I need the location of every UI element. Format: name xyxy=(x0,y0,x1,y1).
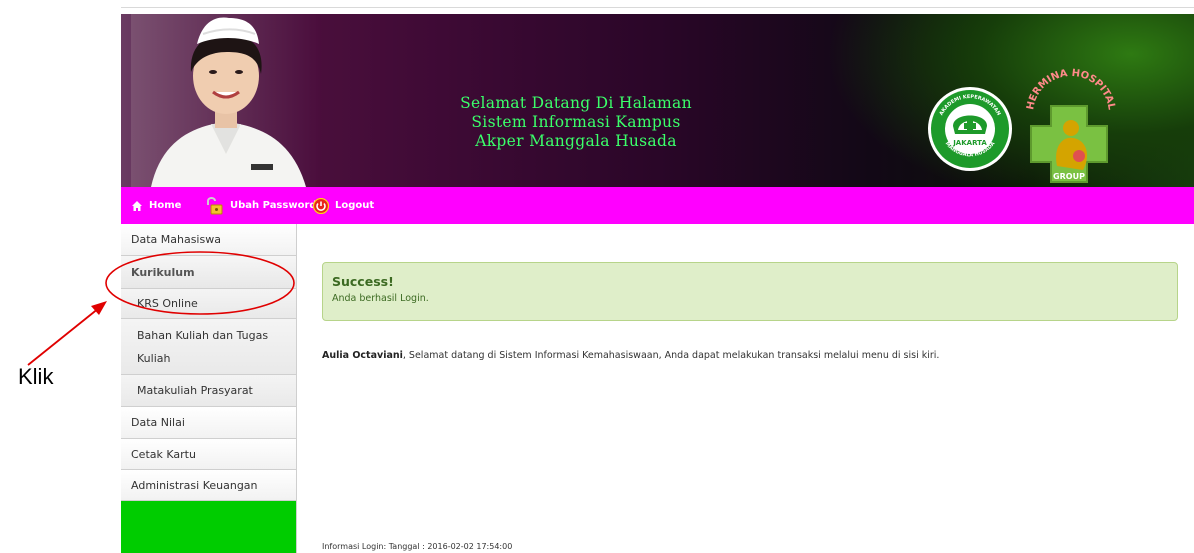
login-info: Informasi Login: Tanggal : 2016-02-02 17… xyxy=(322,542,513,551)
sidebar-item-kurikulum[interactable]: Kurikulum xyxy=(121,256,296,289)
sidebar-item-krs-online[interactable]: KRS Online xyxy=(121,289,296,319)
padlock-icon xyxy=(207,196,223,214)
banner-title-line-1: Selamat Datang Di Halaman xyxy=(460,94,692,112)
banner-title-line-3: Akper Manggala Husada xyxy=(475,132,677,150)
power-icon xyxy=(313,197,329,214)
sidebar-item-label: Bahan Kuliah dan Tugas Kuliah xyxy=(137,328,269,365)
sidebar-item-label: Matakuliah Prasyarat xyxy=(137,384,253,397)
nav-home-label: Home xyxy=(149,200,182,211)
svg-text:HERMINA HOSPITAL: HERMINA HOSPITAL xyxy=(1025,68,1117,111)
hermina-logo: HERMINA HOSPITAL GROUP xyxy=(1025,68,1117,183)
sidebar-item-data-nilai[interactable]: Data Nilai xyxy=(121,407,296,439)
nav-change-password-link[interactable]: Ubah Password xyxy=(204,187,317,224)
sidebar-item-bahan-kuliah[interactable]: Bahan Kuliah dan Tugas Kuliah xyxy=(121,319,296,375)
sidebar-item-label: KRS Online xyxy=(137,297,198,310)
welcome-text: , Selamat datang di Sistem Informasi Kem… xyxy=(402,350,940,361)
welcome-message: Aulia Octaviani, Selamat datang di Siste… xyxy=(322,350,1182,361)
nav-logout-link[interactable]: Logout xyxy=(313,187,374,224)
sidebar-item-label: Kurikulum xyxy=(131,265,195,279)
header-banner: Selamat Datang Di Halaman Sistem Informa… xyxy=(121,14,1194,187)
app-window: Selamat Datang Di Halaman Sistem Informa… xyxy=(121,7,1194,553)
hermina-logo-bottom-text: GROUP xyxy=(1053,172,1085,181)
success-alert: Success! Anda berhasil Login. xyxy=(322,262,1178,321)
hermina-logo-arc-text: HERMINA HOSPITAL xyxy=(1025,68,1117,111)
banner-title: Selamat Datang Di Halaman Sistem Informa… xyxy=(451,94,701,151)
nav-home-link[interactable]: Home xyxy=(131,187,181,224)
sidebar-item-label: Cetak Kartu xyxy=(131,447,196,461)
nav-logout-label: Logout xyxy=(335,200,375,211)
annotation-arrow-line xyxy=(27,307,100,366)
sidebar-item-matakuliah-prasyarat[interactable]: Matakuliah Prasyarat xyxy=(121,375,296,407)
sidebar-item-label: Administrasi Keuangan xyxy=(131,478,258,492)
annotation-label: Klik xyxy=(18,364,54,389)
sidebar-item-data-mahasiswa[interactable]: Data Mahasiswa xyxy=(121,224,296,256)
akper-logo: JAKARTA AKADEMI KEPERAWATAN MANGGALA HUS… xyxy=(928,87,1012,171)
top-navbar: Home Ubah Password Logout xyxy=(121,187,1194,224)
nurse-photo xyxy=(131,14,321,187)
nav-change-password-label: Ubah Password xyxy=(230,200,317,211)
main-content: Success! Anda berhasil Login. Aulia Octa… xyxy=(297,224,1194,553)
akper-logo-center-text: JAKARTA xyxy=(952,139,987,147)
alert-title: Success! xyxy=(332,274,394,289)
sidebar-menu: Data Mahasiswa Kurikulum KRS Online Baha… xyxy=(121,224,297,553)
banner-title-line-2: Sistem Informasi Kampus xyxy=(471,113,681,131)
sidebar-item-label: Data Mahasiswa xyxy=(131,233,221,246)
sidebar-item-administrasi-keuangan[interactable]: Administrasi Keuangan xyxy=(121,470,296,501)
welcome-user-name: Aulia Octaviani xyxy=(322,350,403,361)
annotation-arrow-head xyxy=(91,301,107,315)
alert-message: Anda berhasil Login. xyxy=(332,293,429,304)
sidebar-footer-block xyxy=(121,501,296,553)
sidebar-item-label: Data Nilai xyxy=(131,416,185,429)
sidebar-item-cetak-kartu[interactable]: Cetak Kartu xyxy=(121,439,296,470)
page: Selamat Datang Di Halaman Sistem Informa… xyxy=(0,0,1194,553)
home-icon xyxy=(132,200,142,211)
